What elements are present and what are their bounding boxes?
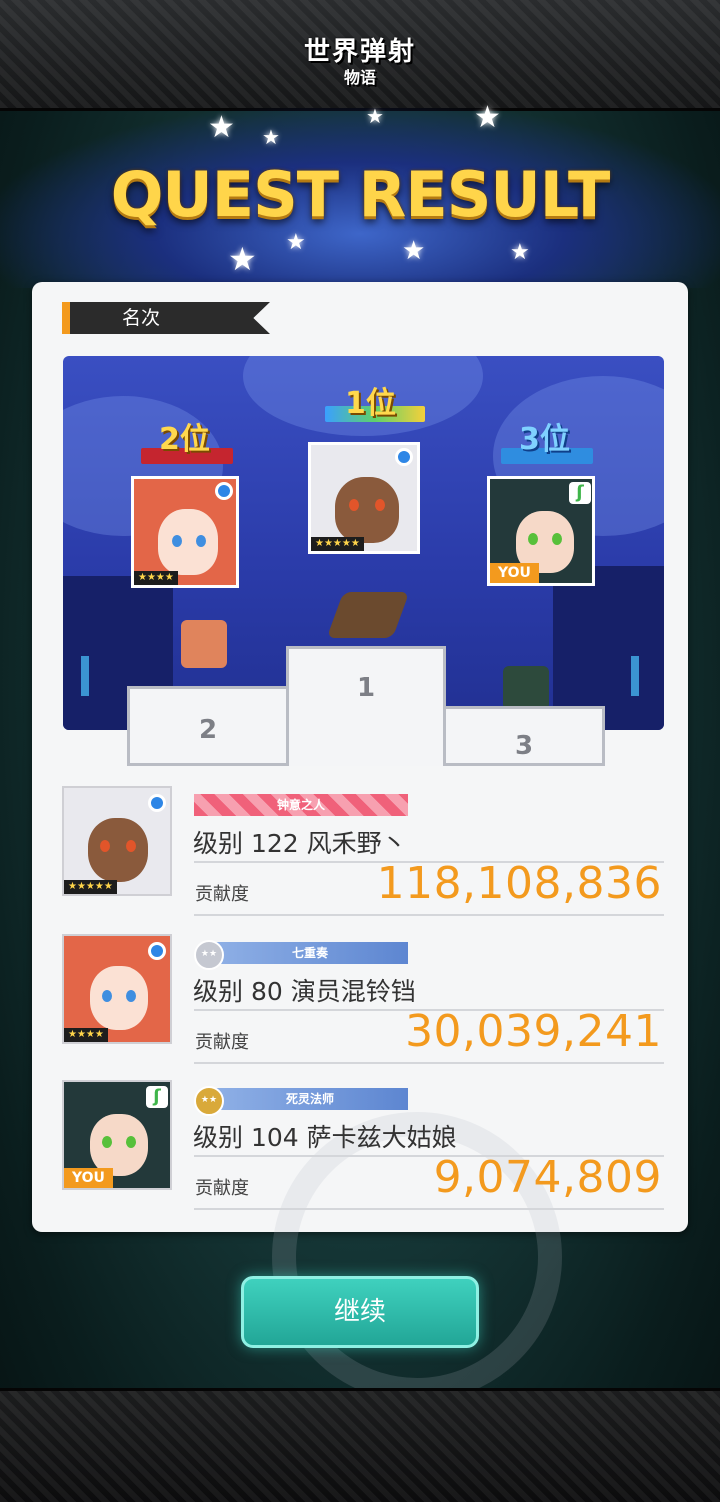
star-icon: ★ bbox=[228, 240, 257, 278]
contribution-value: 118,108,836 bbox=[376, 858, 662, 909]
bottom-bar bbox=[0, 1388, 720, 1502]
leaf-badge-icon: ʃ bbox=[146, 1086, 168, 1108]
element-badge-icon bbox=[148, 794, 166, 812]
section-label: 名次 bbox=[62, 302, 270, 334]
title-badge: 钟意之人 bbox=[194, 794, 408, 816]
rarity-stars: ★★★★ bbox=[64, 1028, 108, 1042]
result-row: ʃ YOU 死灵法师 ★★ 级别 104 萨卡兹大姑娘 贡献度 9,074,80… bbox=[62, 1080, 664, 1210]
player-name: 级别 80 演员混铃铛 bbox=[193, 977, 416, 1006]
contribution-value: 30,039,241 bbox=[405, 1006, 662, 1057]
divider bbox=[194, 914, 664, 916]
result-row: ★★★★★ 钟意之人 级别 122 风禾野丶 贡献度 118,108,836 bbox=[62, 786, 664, 916]
glow bbox=[81, 656, 89, 696]
element-badge-icon bbox=[148, 942, 166, 960]
player-name: 级别 104 萨卡兹大姑娘 bbox=[193, 1123, 457, 1152]
divider bbox=[194, 1208, 664, 1210]
rank1-label: 1位 bbox=[345, 386, 396, 421]
glow bbox=[631, 656, 639, 696]
rarity-stars: ★★★★ bbox=[134, 571, 178, 585]
star-icon: ★ bbox=[366, 104, 384, 128]
title-badge: 死灵法师 bbox=[212, 1088, 408, 1110]
contribution-label: 贡献度 bbox=[195, 1178, 249, 1199]
player-portrait[interactable]: ★★★★ bbox=[62, 934, 172, 1044]
star-icon: ★ bbox=[510, 240, 530, 265]
leaf-badge-icon: ʃ bbox=[569, 482, 591, 504]
element-badge-icon bbox=[395, 448, 413, 466]
rarity-stars: ★★★★★ bbox=[311, 537, 364, 551]
result-row: ★★★★ 七重奏 ★★ 级别 80 演员混铃铛 贡献度 30,039,241 bbox=[62, 934, 664, 1064]
star-icon: ★ bbox=[262, 125, 280, 149]
rank3-label: 3位 bbox=[519, 422, 570, 457]
rank2-label: 2位 bbox=[159, 422, 210, 457]
title-medal-icon: ★★ bbox=[194, 940, 224, 970]
continue-button[interactable]: 继续 bbox=[241, 1276, 479, 1348]
divider bbox=[194, 1062, 664, 1064]
rarity-stars: ★★★★★ bbox=[64, 880, 117, 894]
podium-3: 3 bbox=[443, 706, 605, 766]
result-card: 名次 2位 ★★★★ 1位 ★★★★★ 3位 YOU ʃ 2 1 3 ★★★★★… bbox=[32, 282, 688, 1402]
podium-2: 2 bbox=[127, 686, 289, 766]
you-tag: YOU bbox=[490, 563, 539, 583]
star-icon: ★ bbox=[474, 100, 501, 135]
podium-1: 1 bbox=[286, 646, 446, 766]
star-icon: ★ bbox=[402, 236, 426, 266]
title-medal-icon: ★★ bbox=[194, 1086, 224, 1116]
rank3-sprite bbox=[503, 666, 549, 710]
element-badge-icon bbox=[215, 482, 233, 500]
star-icon: ★ bbox=[208, 110, 235, 145]
top-bar: 世界弹射 物语 bbox=[0, 0, 720, 111]
title-badge: 七重奏 bbox=[212, 942, 408, 964]
rank2-sprite bbox=[181, 620, 227, 668]
rank1-sprite bbox=[326, 592, 410, 638]
player-portrait[interactable]: ★★★★★ bbox=[62, 786, 172, 896]
quest-result-title: QUEST RESULT bbox=[110, 158, 611, 231]
you-tag: YOU bbox=[64, 1168, 113, 1188]
star-icon: ★ bbox=[286, 230, 306, 255]
player-portrait[interactable]: ʃ YOU bbox=[62, 1080, 172, 1190]
player-name: 级别 122 风禾野丶 bbox=[193, 829, 407, 858]
contribution-label: 贡献度 bbox=[195, 1032, 249, 1053]
game-logo: 世界弹射 物语 bbox=[303, 36, 416, 87]
contribution-value: 9,074,809 bbox=[433, 1152, 662, 1203]
contribution-label: 贡献度 bbox=[195, 884, 249, 905]
